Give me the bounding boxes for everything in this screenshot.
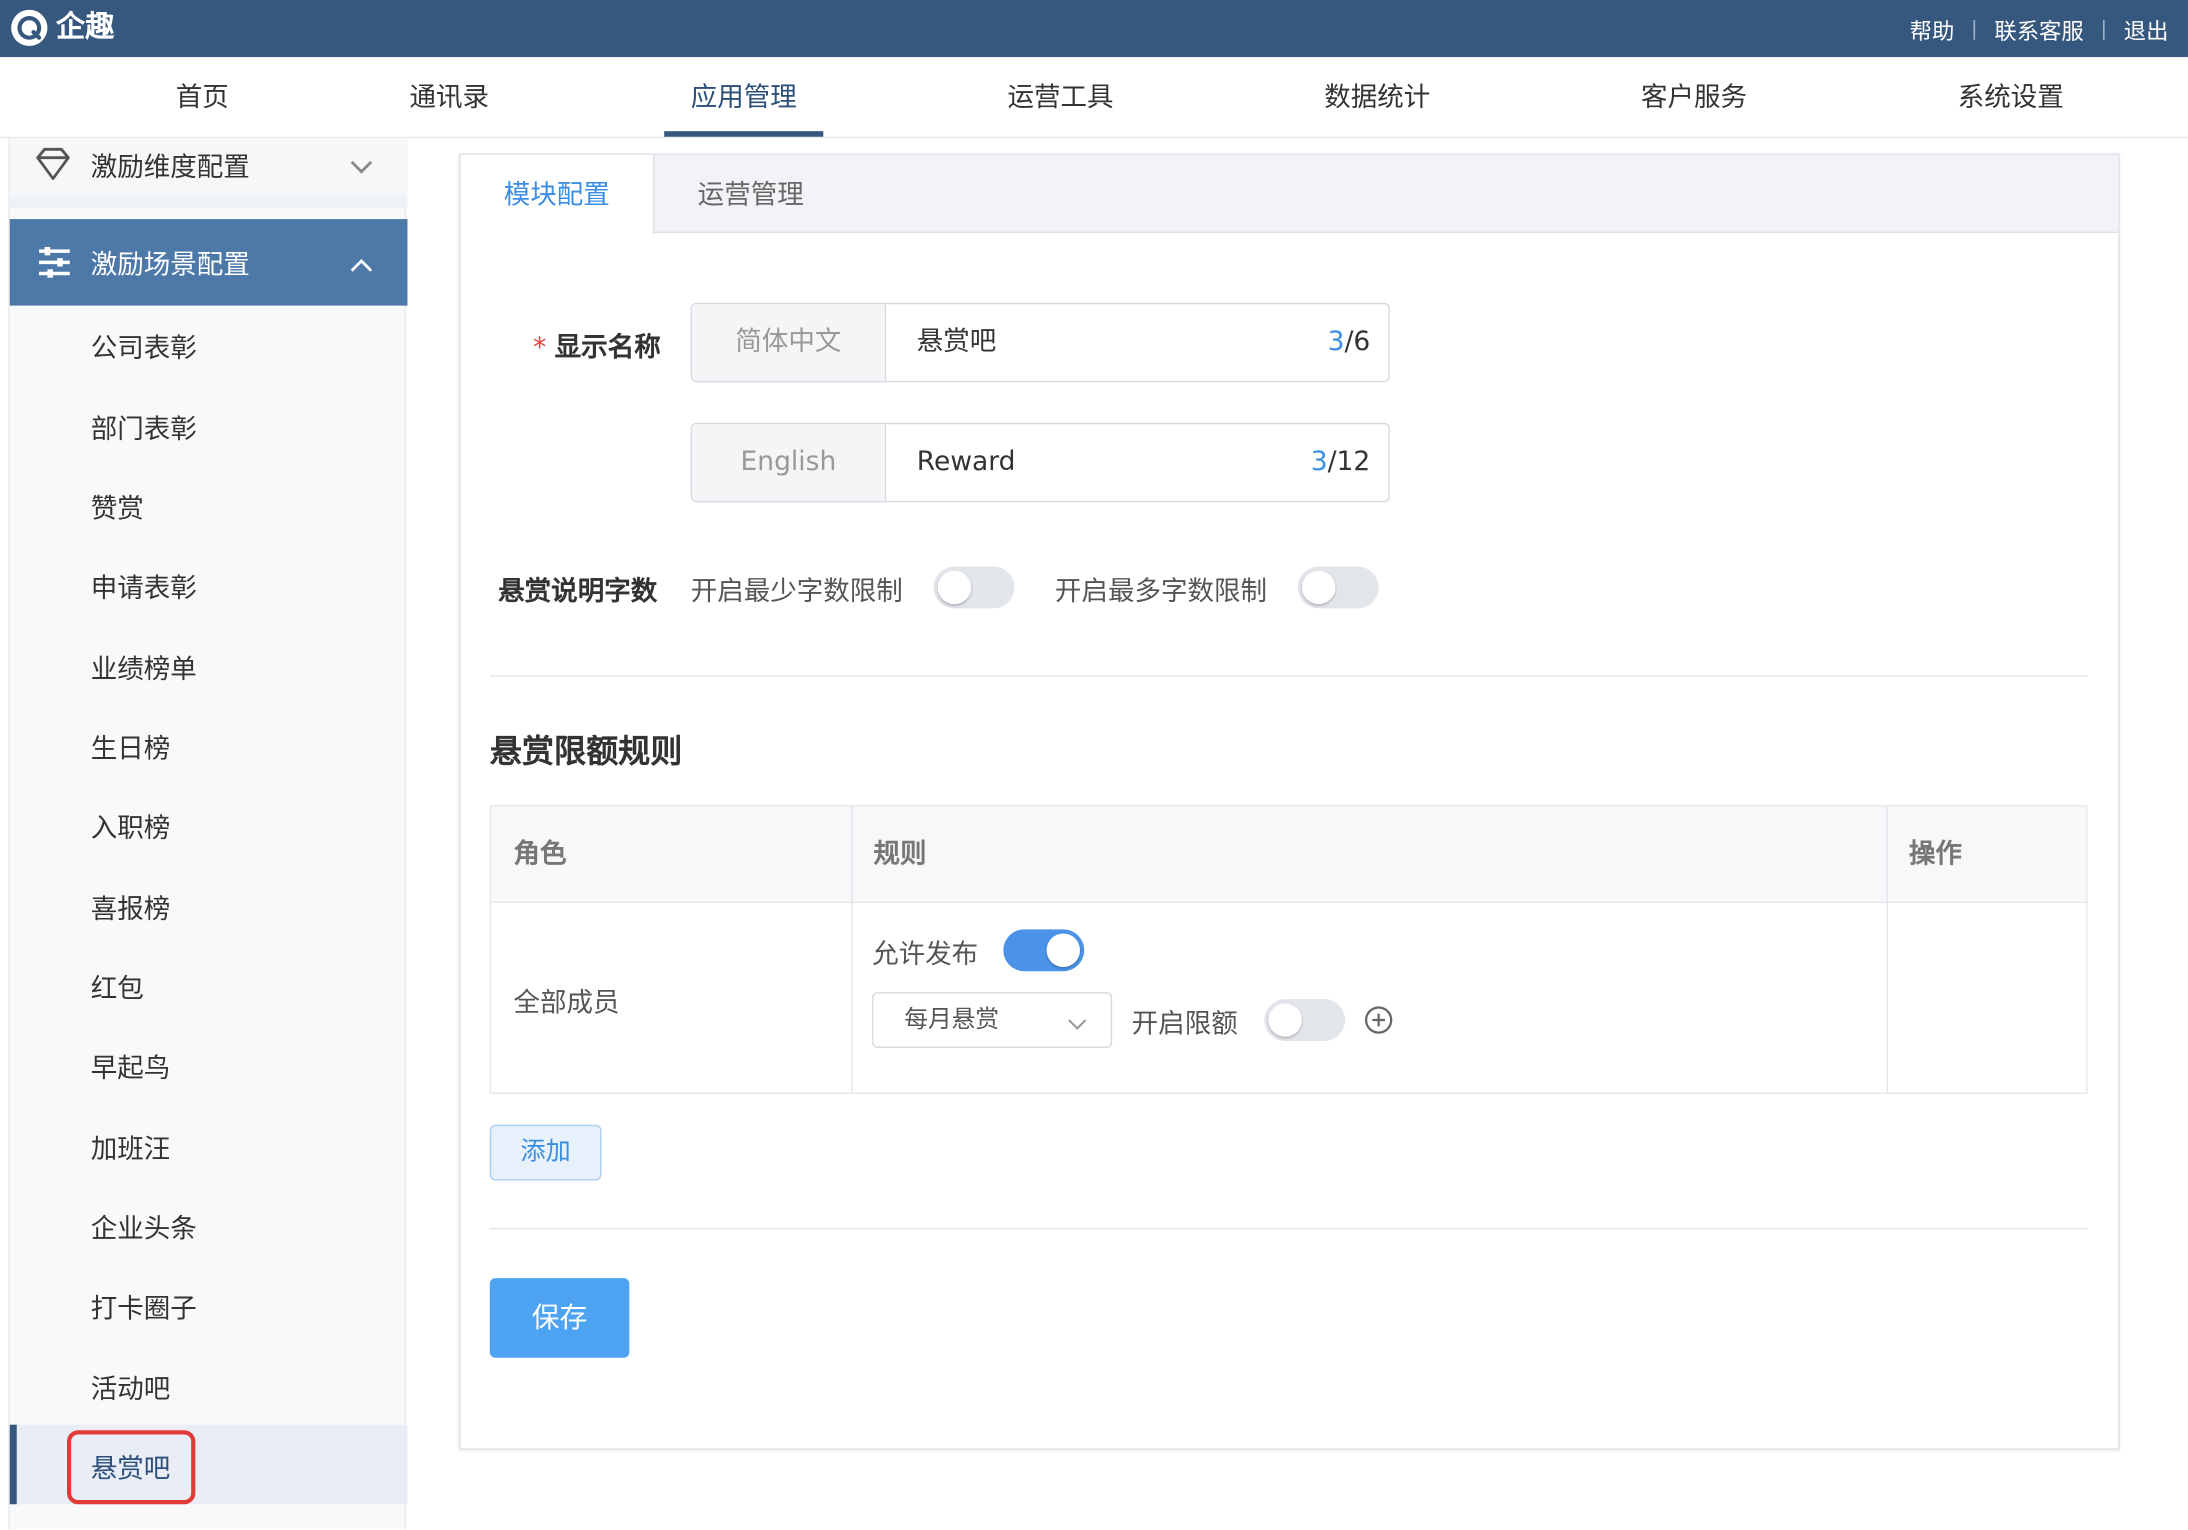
nav-system-settings[interactable]: 系统设置 [1931,57,2090,138]
sidebar-item-red-packet[interactable]: 红包 [91,968,144,1006]
sidebar-group-label: 激励场景配置 [90,249,250,281]
display-name-zh-field[interactable]: 简体中文 悬赏吧 3/6 [690,302,1390,383]
required-mark: * [533,332,547,363]
sidebar-item-activity[interactable]: 活动吧 [91,1369,171,1407]
column-header-role: 角色 [513,838,567,870]
char-counter: 3/6 [1328,304,1371,381]
sidebar-item-performance-ranking[interactable]: 业绩榜单 [91,649,197,687]
display-name-label-text: 显示名称 [554,332,661,363]
char-count-max: /6 [1344,326,1371,358]
brand-name: 企趣 [55,9,115,44]
display-name-label: * 显示名称 [533,327,661,365]
divider [489,1227,2088,1230]
enable-limit-toggle[interactable] [1264,999,1346,1041]
allow-publish-label: 允许发布 [872,939,979,970]
sidebar-item-overtime[interactable]: 加班汪 [91,1129,171,1167]
column-header-rule: 规则 [873,838,927,870]
top-links: 帮助 | 联系客服 | 退出 [1910,0,2169,57]
sidebar-item-appreciation[interactable]: 赞赏 [91,488,144,526]
sidebar-group-incentive-scene[interactable]: 激励场景配置 [9,219,408,306]
add-rule-button[interactable]: 添加 [489,1124,602,1181]
sidebar-item-company-headlines[interactable]: 企业头条 [91,1208,197,1246]
chevron-down-icon [1066,1010,1088,1037]
tab-bar: 模块配置 运营管理 [460,154,2119,235]
sidebar-item-check-in-circle[interactable]: 打卡圈子 [91,1288,197,1326]
char-count-max: /12 [1327,446,1371,478]
diamond-icon [33,147,72,189]
toggle-knob [1046,933,1081,968]
logout-link[interactable]: 退出 [2124,12,2169,45]
save-button[interactable]: 保存 [489,1278,630,1358]
sidebar-item-apply-commendation[interactable]: 申请表彰 [91,568,197,606]
sidebar: 激励维度配置 激励场景配置 公司表彰 部门表彰 赞赏 申请表彰 业绩榜单 生日榜… [8,138,408,1530]
description-word-count-label: 悬赏说明字数 [498,576,658,607]
display-name-zh-value[interactable]: 悬赏吧 [917,304,997,381]
contact-support-link[interactable]: 联系客服 [1994,12,2083,45]
sidebar-item-department-commendation[interactable]: 部门表彰 [91,409,197,447]
limit-rules-title: 悬赏限额规则 [489,733,683,771]
enable-limit-label: 开启限额 [1131,1008,1238,1040]
main-nav: 首页 通讯录 应用管理 运营工具 数据统计 客户服务 系统设置 [0,57,2188,139]
period-select[interactable]: 每月悬赏 [872,992,1113,1048]
logo-icon[interactable] [8,7,50,49]
char-count-current: 3 [1327,326,1345,358]
sidebar-group-label: 激励维度配置 [90,152,250,183]
period-select-value: 每月悬赏 [904,1006,1000,1034]
sliders-icon [36,244,72,286]
column-divider [851,806,853,1093]
top-bar: 企趣 帮助 | 联系客服 | 退出 [0,0,2188,58]
divider [489,675,2088,677]
column-divider [1886,806,1888,1093]
sidebar-item-company-commendation[interactable]: 公司表彰 [91,328,197,366]
display-name-en-field[interactable]: English Reward 3/12 [690,422,1390,503]
nav-contacts[interactable]: 通讯录 [394,57,506,138]
nav-operation-tools[interactable]: 运营工具 [981,57,1140,138]
toggle-knob [1301,570,1336,605]
table-header: 角色 规则 操作 [491,806,2087,903]
nav-customer-service[interactable]: 客户服务 [1614,57,1773,138]
highlight-box [66,1430,196,1505]
nav-app-management[interactable]: 应用管理 [664,57,823,138]
sidebar-item-good-news-list[interactable]: 喜报榜 [91,889,171,927]
column-header-action: 操作 [1908,838,1962,870]
char-counter: 3/12 [1311,424,1371,501]
lang-prefix-en: English [692,424,887,501]
display-name-en-value[interactable]: Reward [917,424,1016,501]
chevron-up-icon [349,253,374,280]
toggle-knob [937,570,972,605]
min-limit-label: 开启最少字数限制 [690,576,903,607]
tab-operation-management[interactable]: 运营管理 [654,155,847,233]
min-limit-toggle[interactable] [933,566,1015,609]
sidebar-active-indicator [9,1424,17,1505]
tab-module-config[interactable]: 模块配置 [460,154,655,235]
separator: | [2100,17,2108,40]
char-count-current: 3 [1310,446,1328,478]
role-cell: 全部成员 [513,987,620,1019]
sidebar-item-early-bird[interactable]: 早起鸟 [91,1048,171,1086]
allow-publish-toggle[interactable] [1003,929,1085,972]
help-link[interactable]: 帮助 [1910,12,1955,45]
limit-rules-table: 角色 规则 操作 全部成员 允许发布 每月悬赏 开启限额 [489,805,2088,1094]
lang-prefix-zh: 简体中文 [692,304,887,381]
nav-data-statistics[interactable]: 数据统计 [1298,57,1457,138]
chevron-down-icon [349,155,374,182]
add-circle-icon[interactable] [1363,1005,1394,1041]
sidebar-group-incentive-dimension[interactable]: 激励维度配置 [9,138,408,208]
sidebar-item-onboarding-list[interactable]: 入职榜 [91,808,171,846]
separator: | [1971,17,1978,40]
max-limit-toggle[interactable] [1297,566,1379,609]
max-limit-label: 开启最多字数限制 [1054,576,1268,607]
sidebar-item-birthday-list[interactable]: 生日榜 [91,728,171,766]
toggle-knob [1268,1003,1302,1037]
nav-home[interactable]: 首页 [147,57,259,138]
nav-active-indicator [664,131,824,137]
